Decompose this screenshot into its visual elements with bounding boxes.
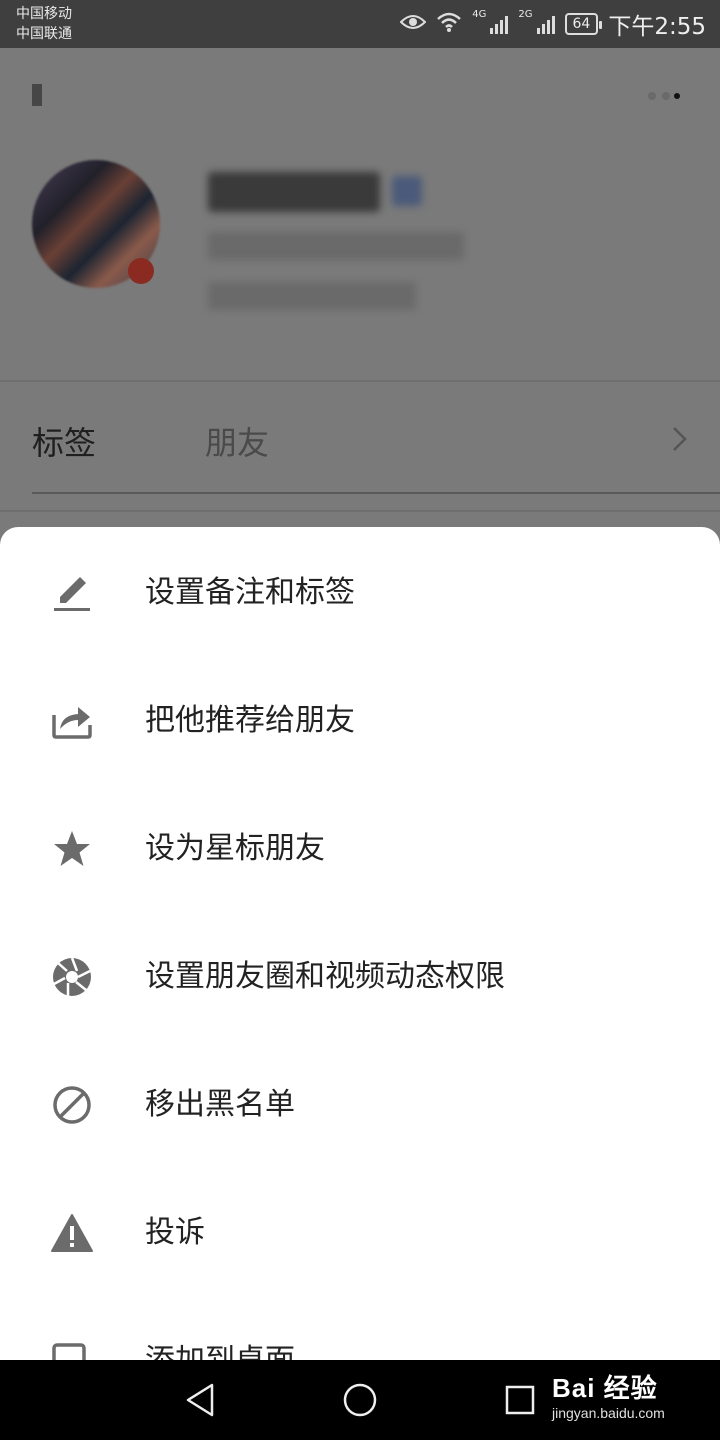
battery-icon: 64: [564, 13, 603, 35]
watermark-main: Bai 经验: [552, 1373, 658, 1403]
gender-icon: [392, 176, 422, 206]
star-icon: [50, 829, 94, 869]
warning-icon: [50, 1213, 94, 1253]
action-sheet: 设置备注和标签 把他推荐给朋友 设为星标朋友 设置朋友圈和视频动态权限 移出黑名…: [0, 527, 720, 1360]
menu-item-label: 移出黑名单: [145, 1087, 295, 1122]
menu-item-label: 设为星标朋友: [145, 831, 325, 866]
watermark: Bai 经验 jingyan.baidu.com: [552, 1368, 665, 1421]
edit-icon: [50, 573, 94, 613]
watermark-sub: jingyan.baidu.com: [552, 1405, 665, 1421]
menu-item-report[interactable]: 投诉: [0, 1169, 720, 1297]
carrier-info: 中国移动 中国联通: [16, 4, 72, 44]
status-bar: 中国移动 中国联通 4G 2G 64 下午2:55: [0, 0, 720, 48]
signal-icon-2: [536, 14, 555, 34]
block-icon: [50, 1085, 94, 1125]
tag-value[interactable]: 朋友: [205, 418, 269, 464]
menu-item-remove-blacklist[interactable]: 移出黑名单: [0, 1041, 720, 1169]
back-icon[interactable]: [26, 80, 50, 110]
nav-home-icon[interactable]: [342, 1382, 378, 1422]
nav-back-icon[interactable]: [184, 1382, 216, 1422]
add-to-desktop-icon: [50, 1341, 94, 1360]
profile-region-blurred: [208, 282, 416, 310]
nav-recent-icon[interactable]: [504, 1384, 536, 1420]
menu-item-label: 投诉: [145, 1215, 205, 1250]
menu-item-label: 设置备注和标签: [145, 575, 355, 610]
wifi-icon: [436, 11, 462, 37]
divider: [0, 380, 720, 382]
menu-item-star[interactable]: 设为星标朋友: [0, 785, 720, 913]
menu-item-add-to-desktop[interactable]: 添加到桌面: [0, 1297, 720, 1360]
network-type-2: 2G: [518, 8, 533, 20]
divider: [32, 492, 720, 494]
avatar-badge: [128, 258, 154, 284]
profile-id-blurred: [208, 232, 464, 260]
chevron-right-icon: [670, 424, 690, 458]
network-type-1: 4G: [472, 8, 487, 20]
profile-name-blurred: [208, 172, 380, 212]
share-icon: [50, 701, 94, 741]
menu-item-label: 把他推荐给朋友: [145, 703, 355, 738]
carrier-2: 中国联通: [16, 26, 72, 42]
tag-label: 标签: [32, 424, 97, 462]
more-icon[interactable]: [644, 88, 684, 108]
aperture-icon: [50, 957, 94, 997]
navigation-bar: Bai 经验 jingyan.baidu.com: [0, 1360, 720, 1440]
eye-icon: [399, 12, 427, 36]
menu-item-moments-permission[interactable]: 设置朋友圈和视频动态权限: [0, 913, 720, 1041]
menu-item-label: 设置朋友圈和视频动态权限: [145, 959, 505, 994]
carrier-1: 中国移动: [16, 6, 72, 22]
divider: [0, 510, 720, 512]
menu-item-recommend[interactable]: 把他推荐给朋友: [0, 657, 720, 785]
menu-item-set-remark[interactable]: 设置备注和标签: [0, 529, 720, 657]
clock: 下午2:55: [608, 14, 706, 40]
signal-icon-1: [490, 14, 509, 34]
menu-item-label: 添加到桌面: [145, 1341, 295, 1360]
